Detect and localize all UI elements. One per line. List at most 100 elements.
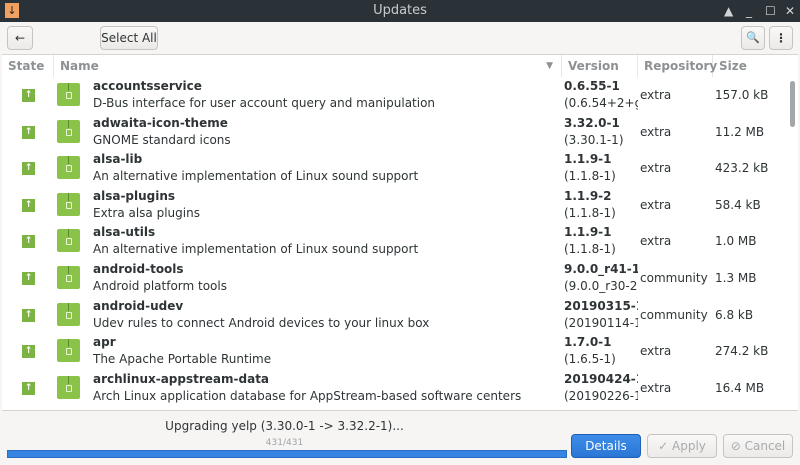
repository: community	[640, 271, 708, 285]
old-version: (20190114-1)	[564, 315, 638, 330]
package-name: alsa-lib	[93, 152, 143, 167]
package-name: alsa-plugins	[93, 188, 176, 203]
package-name: adwaita-icon-theme	[93, 115, 228, 130]
arrow-left-icon: ←	[14, 31, 26, 45]
package-size: 11.2 MB	[715, 124, 765, 139]
package-row[interactable]: ↑ alsa-lib An alternative implementation…	[2, 150, 787, 187]
repository: extra	[640, 161, 672, 176]
repository: extra	[640, 234, 672, 249]
search-button[interactable]: 🔍	[741, 26, 765, 50]
package-row[interactable]: ↑ apr The Apache Portable Runtime 1.7.0-…	[2, 333, 787, 370]
package-description: Android platform tools	[93, 279, 227, 293]
select-all-button[interactable]: Select All	[100, 26, 158, 50]
old-version: (1.1.8-1)	[564, 242, 616, 257]
new-version: 20190315-1	[564, 298, 638, 313]
upgrade-icon[interactable]: ↑	[22, 272, 35, 285]
package-icon	[57, 192, 80, 216]
scrollbar-thumb[interactable]	[790, 81, 795, 127]
old-version: (1.6.5-1)	[564, 352, 616, 367]
package-size: 423.2 kB	[715, 161, 769, 176]
column-state[interactable]: State	[2, 55, 54, 77]
package-icon	[57, 119, 80, 143]
column-size[interactable]: Size	[713, 55, 788, 77]
column-name-label: Name	[60, 59, 99, 73]
new-version: 1.1.9-1	[564, 152, 612, 167]
package-row[interactable]: ↑ android-tools Android platform tools 9…	[2, 260, 787, 297]
old-version: (1.1.8-1)	[564, 205, 616, 220]
old-version: (20190226-1)	[564, 388, 638, 403]
package-description: Udev rules to connect Android devices to…	[93, 315, 430, 330]
column-name[interactable]: Name ▼	[54, 55, 562, 77]
package-size: 157.0 kB	[715, 88, 769, 102]
upgrade-icon[interactable]: ↑	[22, 125, 35, 139]
package-icon	[57, 375, 80, 399]
menu-button[interactable]: ⋮	[769, 26, 793, 50]
progress-bar	[7, 450, 567, 458]
repository: extra	[640, 124, 672, 139]
upgrade-icon[interactable]: ↑	[22, 162, 35, 176]
package-name: apr	[93, 335, 116, 350]
package-row[interactable]: ↑ accountsservice D-Bus interface for us…	[2, 77, 787, 114]
package-list: State Name ▼ Version Repository Size ↑ ac…	[2, 55, 798, 410]
package-icon	[57, 266, 80, 289]
title-bar: ↓ Updates ▲ _ ☐ ✕	[0, 0, 800, 22]
old-version: (0.6.54+2+g2	[564, 96, 638, 110]
package-row[interactable]: ↑ adwaita-icon-theme GNOME standard icon…	[2, 114, 787, 151]
package-icon	[57, 83, 80, 106]
shade-icon[interactable]: ▲	[724, 0, 733, 22]
maximize-icon[interactable]: ☐	[765, 0, 776, 22]
minimize-icon[interactable]: _	[746, 0, 752, 22]
details-button[interactable]: Details	[571, 434, 641, 458]
package-row[interactable]: ↑ alsa-utils An alternative implementati…	[2, 223, 787, 260]
package-size: 1.3 MB	[715, 271, 757, 285]
package-size: 1.0 MB	[715, 234, 757, 249]
repository: community	[640, 307, 708, 322]
status-text: Upgrading yelp (3.30.0-1 -> 3.32.2-1)...	[165, 419, 404, 433]
repository: extra	[640, 197, 672, 212]
toolbar: ← Select All 🔍 ⋮	[2, 22, 798, 55]
package-size: 16.4 MB	[715, 380, 765, 395]
package-name: accountsservice	[93, 79, 202, 93]
package-name: android-udev	[93, 298, 184, 313]
package-description: An alternative implementation of Linux s…	[93, 242, 419, 257]
package-row[interactable]: ↑ alsa-plugins Extra alsa plugins 1.1.9-…	[2, 187, 787, 224]
package-size: 274.2 kB	[715, 344, 769, 359]
package-icon	[57, 156, 80, 180]
new-version: 3.32.0-1	[564, 115, 620, 130]
old-version: (9.0.0_r30-2)	[564, 279, 638, 293]
column-version[interactable]: Version	[562, 55, 638, 77]
upgrade-icon[interactable]: ↑	[22, 345, 35, 359]
package-name: android-tools	[93, 262, 184, 276]
column-repository[interactable]: Repository	[638, 55, 717, 77]
repository: extra	[640, 344, 672, 359]
package-size: 58.4 kB	[715, 197, 761, 212]
package-name: archlinux-appstream-data	[93, 371, 270, 386]
upgrade-icon[interactable]: ↑	[22, 308, 35, 322]
package-row[interactable]: ↑ archlinux-appstream-data Arch Linux ap…	[2, 370, 787, 407]
window-title: Updates	[373, 3, 427, 18]
old-version: (1.1.8-1)	[564, 169, 616, 184]
package-size: 6.8 kB	[715, 307, 754, 322]
repository: extra	[640, 380, 672, 395]
footer: Upgrading yelp (3.30.0-1 -> 3.32.2-1)...…	[2, 410, 798, 463]
package-name: alsa-utils	[93, 225, 156, 240]
back-button[interactable]: ←	[7, 26, 33, 50]
package-description: Arch Linux application database for AppS…	[93, 388, 522, 403]
old-version: (3.30.1-1)	[564, 132, 624, 147]
scrollbar[interactable]	[788, 77, 798, 410]
package-description: An alternative implementation of Linux s…	[93, 169, 419, 184]
upgrade-icon[interactable]: ↑	[22, 89, 35, 102]
cancel-button[interactable]: ⊘ Cancel	[723, 434, 793, 458]
new-version: 1.1.9-2	[564, 188, 612, 203]
apply-button[interactable]: ✓ Apply	[647, 434, 717, 458]
repository: extra	[640, 88, 672, 102]
upgrade-icon[interactable]: ↑	[22, 235, 35, 249]
upgrade-icon[interactable]: ↑	[22, 198, 35, 212]
new-version: 1.7.0-1	[564, 335, 612, 350]
close-icon[interactable]: ✕	[785, 0, 795, 22]
package-icon	[57, 339, 80, 363]
package-icon	[57, 302, 80, 326]
download-icon: ↓	[5, 3, 19, 18]
upgrade-icon[interactable]: ↑	[22, 381, 35, 395]
package-row[interactable]: ↑ android-udev Udev rules to connect And…	[2, 297, 787, 334]
